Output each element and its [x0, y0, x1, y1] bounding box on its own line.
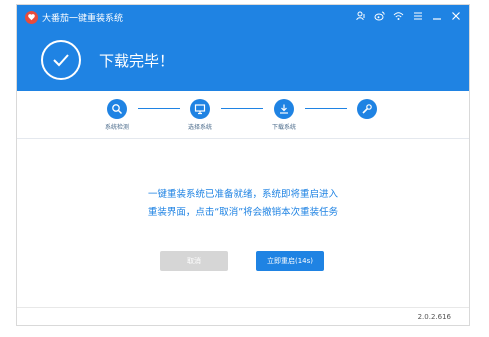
- download-icon: [274, 99, 294, 119]
- title-actions: [355, 10, 461, 21]
- progress-stepper: 系统检测 选择系统 下载系统: [17, 97, 469, 133]
- title-area: 大番茄一键重装系统: [25, 11, 123, 24]
- minimize-icon[interactable]: [431, 10, 442, 21]
- restart-now-button[interactable]: 立即重启(14s): [256, 251, 324, 271]
- cancel-button[interactable]: 取消: [160, 251, 228, 271]
- user-icon[interactable]: [355, 10, 366, 21]
- divider: [17, 138, 469, 139]
- status-row: 下载完毕！: [41, 40, 174, 80]
- checkmark-icon: [41, 40, 81, 80]
- app-title: 大番茄一键重装系统: [42, 14, 124, 24]
- close-icon[interactable]: [450, 10, 461, 21]
- monitor-icon: [190, 99, 210, 119]
- step-system-check: 系统检测: [87, 97, 147, 131]
- step-download-system: 下载系统: [254, 97, 314, 131]
- status-title: 下载完毕！: [99, 51, 175, 70]
- wifi-icon[interactable]: [393, 10, 404, 21]
- wrench-icon: [357, 99, 377, 119]
- menu-icon[interactable]: [412, 10, 423, 21]
- step-label: 选择系统: [187, 124, 212, 131]
- tomato-logo-icon: [25, 11, 38, 24]
- ready-message: 一键重装系统已准备就绪，系统即将重启进入 重装界面，点击“取消”将会撤销本次重装…: [17, 186, 469, 222]
- step-label: 系统检测: [104, 124, 129, 131]
- step-label: 下载系统: [271, 124, 296, 131]
- version-label: 2.0.2.616: [417, 313, 451, 321]
- search-icon: [107, 99, 127, 119]
- weibo-icon[interactable]: [374, 10, 385, 21]
- installer-window: 大番茄一键重装系统 下载完毕！ 系统检测 选择系统 下载系统 一键重装系统已准备…: [16, 4, 470, 326]
- footer-divider: [17, 307, 469, 308]
- step-select-system: 选择系统: [170, 97, 230, 131]
- step-install: [337, 97, 397, 122]
- message-line-2: 重装界面，点击“取消”将会撤销本次重装任务: [147, 207, 339, 218]
- message-line-1: 一键重装系统已准备就绪，系统即将重启进入: [147, 189, 338, 200]
- header-banner: 大番茄一键重装系统 下载完毕！: [17, 5, 469, 91]
